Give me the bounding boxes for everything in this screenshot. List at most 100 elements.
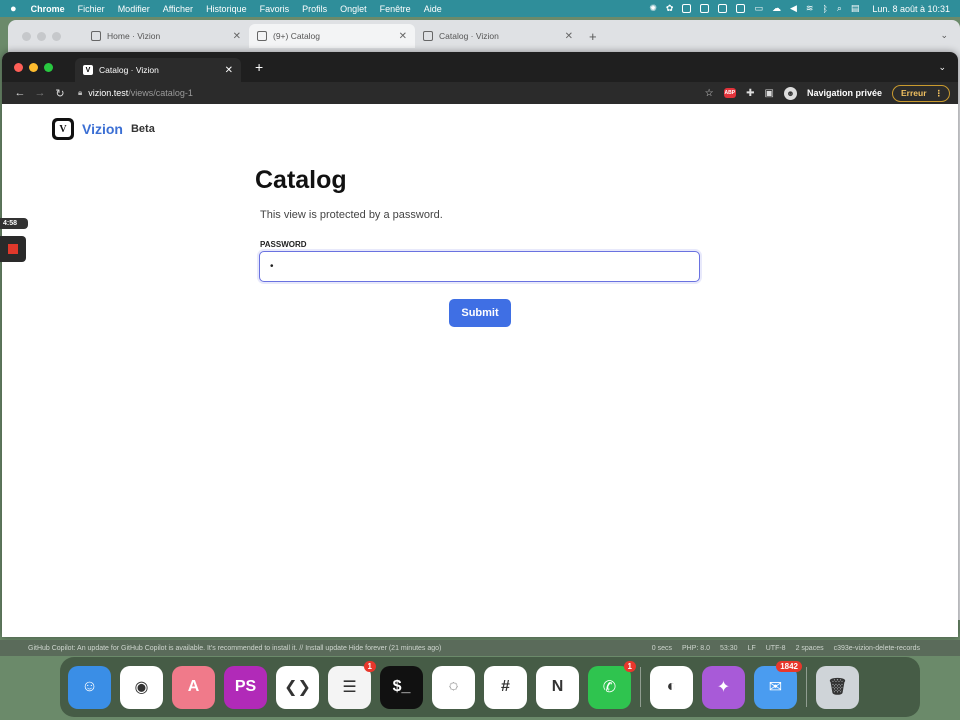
settings-icon[interactable]: ✿ — [666, 3, 674, 14]
search-icon[interactable]: ⌕ — [837, 3, 842, 14]
stop-recording-button[interactable] — [0, 236, 26, 262]
browser-window: V Catalog · Vizion ✕ + ⌄ ← → ↻ 🔒︎ vizion… — [2, 52, 958, 637]
minimize-window-icon[interactable] — [29, 62, 38, 72]
slack-icon[interactable]: # — [484, 665, 527, 709]
menu-app-name[interactable]: Chrome — [31, 4, 65, 14]
bluetooth-icon[interactable]: ᛒ — [822, 4, 827, 14]
dock-glyph: ✉ — [768, 679, 783, 696]
macos-dock: ☺ ◉ A PS ❮❯ ☰ 1 $_ ◌ # N ✆ 1 ◐ ✦ ✉ 1842 🗑 — [60, 657, 920, 717]
close-tab-icon[interactable]: ✕ — [565, 31, 573, 42]
forward-arrow-icon[interactable]: → — [30, 87, 50, 99]
menu-favoris[interactable]: Favoris — [260, 4, 290, 14]
apple-icon[interactable]: ● — [10, 3, 17, 15]
reminders-icon[interactable]: ☰ 1 — [328, 660, 376, 709]
lock-icon[interactable]: 🔒︎ — [78, 88, 82, 98]
menubar-clock[interactable]: Lun. 8 août à 10:31 — [872, 4, 950, 14]
address-bar[interactable]: 🔒︎ vizion.test /views/catalog-1 — [70, 84, 705, 102]
menu-historique[interactable]: Historique — [206, 4, 247, 14]
new-tab-icon[interactable]: + — [589, 29, 597, 44]
dock-glyph: PS — [234, 678, 257, 695]
ide-status-items: 0 secs PHP: 8.0 53:30 LF UTF-8 2 spaces … — [652, 645, 960, 652]
window-controls — [14, 62, 53, 72]
dock-glyph: ❮❯ — [284, 679, 311, 696]
close-tab-icon[interactable]: ✕ — [399, 31, 407, 42]
ide-status-line-ending[interactable]: LF — [748, 645, 756, 652]
brand-header[interactable]: V Vizion Beta — [52, 118, 155, 140]
menu-fenetre[interactable]: Fenêtre — [380, 4, 411, 14]
close-tab-icon[interactable]: ✕ — [233, 31, 241, 42]
menu-onglet[interactable]: Onglet — [340, 4, 367, 14]
whatsapp-icon[interactable]: ✆ 1 — [588, 660, 636, 709]
tab-strip: V Catalog · Vizion ✕ + ⌄ — [2, 52, 958, 82]
ide-status-php-version[interactable]: PHP: 8.0 — [682, 645, 710, 652]
tray-app-icon[interactable] — [700, 4, 710, 13]
submit-button[interactable]: Submit — [449, 299, 511, 327]
menu-modifier[interactable]: Modifier — [118, 4, 150, 14]
tab-label: Catalog · Vizion — [439, 31, 499, 41]
gear-icon[interactable]: ✺ — [649, 3, 657, 14]
phpstorm-icon[interactable]: PS — [224, 665, 267, 709]
volume-icon[interactable]: ◀ — [790, 3, 797, 14]
incognito-label[interactable]: Navigation privée — [807, 88, 882, 98]
ide-status-git-branch[interactable]: c393e-vizion-delete-records — [834, 645, 920, 652]
tab-catalog-vizion-active[interactable]: V Catalog · Vizion ✕ — [75, 58, 241, 82]
menu-afficher[interactable]: Afficher — [163, 4, 193, 14]
close-tab-icon[interactable]: ✕ — [225, 65, 233, 76]
vscode-icon[interactable]: ❮❯ — [276, 665, 319, 709]
incognito-avatar-icon[interactable]: ☻ — [783, 86, 797, 100]
ide-status-indent[interactable]: 2 spaces — [796, 645, 824, 652]
close-window-icon[interactable] — [14, 62, 23, 72]
macos-menu-bar: ● Chrome Fichier Modifier Afficher Histo… — [0, 0, 960, 17]
new-tab-icon[interactable]: + — [255, 59, 263, 75]
messenger-icon[interactable]: ◌ — [432, 665, 475, 709]
ide-status-encoding[interactable]: UTF-8 — [766, 645, 786, 652]
alfred-icon[interactable]: ◐ — [650, 665, 693, 709]
chrome-icon[interactable]: ◉ — [120, 665, 163, 709]
side-panel-icon[interactable]: ▣ — [765, 88, 774, 99]
menubar-status-icons: ✺ ✿ ▭ ☁ ◀ ≋ ᛒ ⌕ ▤ Lun. 8 août à 10:31 — [649, 3, 950, 14]
screen-icon[interactable]: ▭ — [754, 3, 763, 14]
menu-fichier[interactable]: Fichier — [78, 4, 105, 14]
chevron-down-icon[interactable]: ⌄ — [940, 30, 948, 41]
ide-status-cursor-position[interactable]: 53:30 — [720, 645, 738, 652]
error-button[interactable]: Erreur ⋮ — [891, 84, 950, 102]
dock-glyph: # — [501, 678, 510, 695]
extensions-puzzle-icon[interactable]: ✚ — [746, 88, 754, 99]
dock-glyph: ◐ — [666, 678, 677, 695]
close-window-icon[interactable] — [22, 31, 31, 41]
tab-label: Home · Vizion — [107, 31, 161, 41]
dock-separator — [806, 667, 807, 707]
menu-aide[interactable]: Aide — [424, 4, 442, 14]
terminal-icon[interactable]: $_ — [380, 665, 423, 709]
wifi-icon[interactable]: ≋ — [806, 3, 814, 14]
control-center-icon[interactable]: ▤ — [851, 3, 860, 14]
back-arrow-icon[interactable]: ← — [10, 87, 30, 99]
bookmark-star-icon[interactable]: ☆ — [705, 88, 714, 99]
more-vertical-icon: ⋮ — [934, 87, 944, 98]
reload-icon[interactable]: ↻ — [50, 87, 70, 100]
tray-app-icon[interactable] — [736, 4, 746, 13]
mail-icon[interactable]: ✉ 1842 — [754, 660, 802, 709]
tab-catalog-notifications[interactable]: (9+) Catalog ✕ — [249, 24, 415, 48]
menu-profils[interactable]: Profils — [302, 4, 327, 14]
tab-home-vizion[interactable]: Home · Vizion ✕ — [83, 24, 249, 48]
minimize-window-icon[interactable] — [37, 31, 46, 41]
tray-app-icon[interactable] — [682, 4, 692, 13]
cloud-icon[interactable]: ☁ — [772, 3, 781, 14]
chevron-down-icon[interactable]: ⌄ — [938, 62, 946, 73]
finder-icon[interactable]: ☺ — [68, 665, 111, 709]
notion-icon[interactable]: N — [536, 665, 579, 709]
password-input[interactable] — [259, 251, 700, 282]
zoom-window-icon[interactable] — [52, 31, 61, 41]
tray-app-icon[interactable] — [718, 4, 728, 13]
zoom-window-icon[interactable] — [44, 62, 53, 72]
trash-icon[interactable]: 🗑 — [816, 665, 859, 709]
appstore-a-icon[interactable]: A — [172, 665, 215, 709]
ide-notification[interactable]: GitHub Copilot: An update for GitHub Cop… — [28, 645, 441, 652]
url-host: vizion.test — [88, 88, 129, 98]
adblock-icon[interactable]: ABP — [723, 88, 737, 98]
altstore-icon[interactable]: ✦ — [702, 665, 745, 709]
tab-catalog-vizion[interactable]: Catalog · Vizion ✕ — [415, 24, 581, 48]
ide-status-time-tracker[interactable]: 0 secs — [652, 645, 672, 652]
vizion-logo-icon: V — [52, 118, 74, 140]
